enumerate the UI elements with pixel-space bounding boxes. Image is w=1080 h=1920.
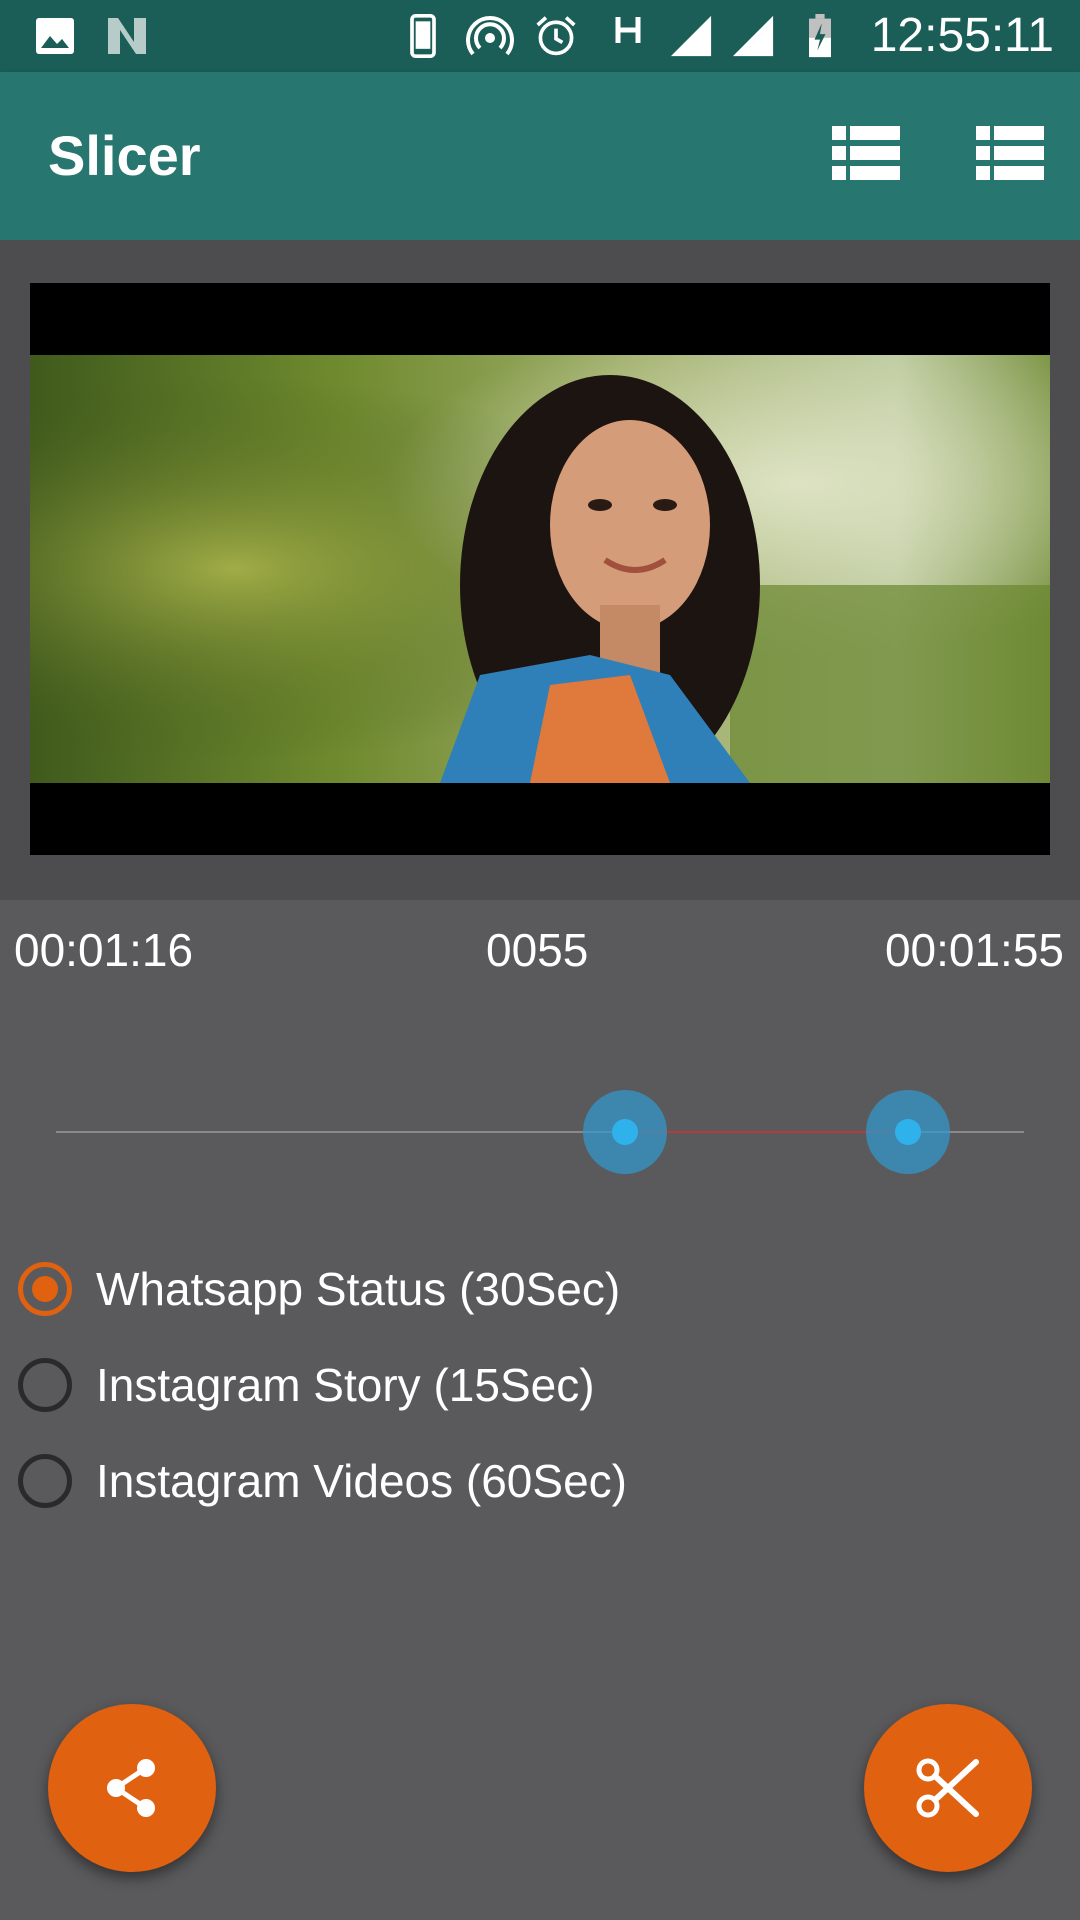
notification-n-icon: [108, 18, 146, 54]
radio-button[interactable]: [18, 1454, 72, 1508]
network-h-icon: [615, 17, 641, 43]
list-icon[interactable]: [974, 124, 1046, 184]
status-bar: 12:55:11: [0, 0, 1080, 72]
option-instagram-story[interactable]: Instagram Story (15Sec): [16, 1348, 916, 1428]
end-time-label: 00:01:55: [884, 924, 1064, 976]
slider-start-thumb[interactable]: [583, 1090, 668, 1174]
trim-range-slider[interactable]: [56, 1082, 1024, 1182]
list-icon[interactable]: [830, 124, 902, 184]
scissors-icon: [916, 1758, 979, 1818]
start-time-label: 00:01:16: [14, 924, 194, 976]
status-time: 12:55:11: [870, 9, 1054, 62]
video-player[interactable]: [30, 283, 1050, 855]
alarm-icon: [536, 16, 576, 56]
video-thumbnail: [30, 355, 1050, 783]
app-bar: Slicer: [0, 72, 1080, 240]
phone-icon: [410, 14, 436, 58]
slider-end-thumb[interactable]: [865, 1090, 950, 1174]
video-panel: [0, 240, 1080, 900]
share-icon: [107, 1759, 155, 1817]
option-instagram-videos[interactable]: Instagram Videos (60Sec): [16, 1444, 916, 1524]
radio-button[interactable]: [18, 1262, 72, 1316]
option-whatsapp-status[interactable]: Whatsapp Status (30Sec): [16, 1252, 916, 1332]
signal-icon: [732, 15, 774, 57]
app-title: Slicer: [48, 124, 201, 187]
duration-label: 0055: [486, 924, 589, 976]
hotspot-icon: [466, 16, 514, 56]
option-label: Instagram Videos (60Sec): [96, 1455, 627, 1507]
option-label: Whatsapp Status (30Sec): [96, 1263, 621, 1315]
option-label: Instagram Story (15Sec): [96, 1359, 595, 1411]
share-button[interactable]: [48, 1704, 216, 1872]
image-icon: [36, 18, 74, 54]
battery-charging-icon: [809, 14, 831, 58]
trim-button[interactable]: [864, 1704, 1032, 1872]
signal-icon: [670, 15, 712, 57]
radio-button[interactable]: [18, 1358, 72, 1412]
